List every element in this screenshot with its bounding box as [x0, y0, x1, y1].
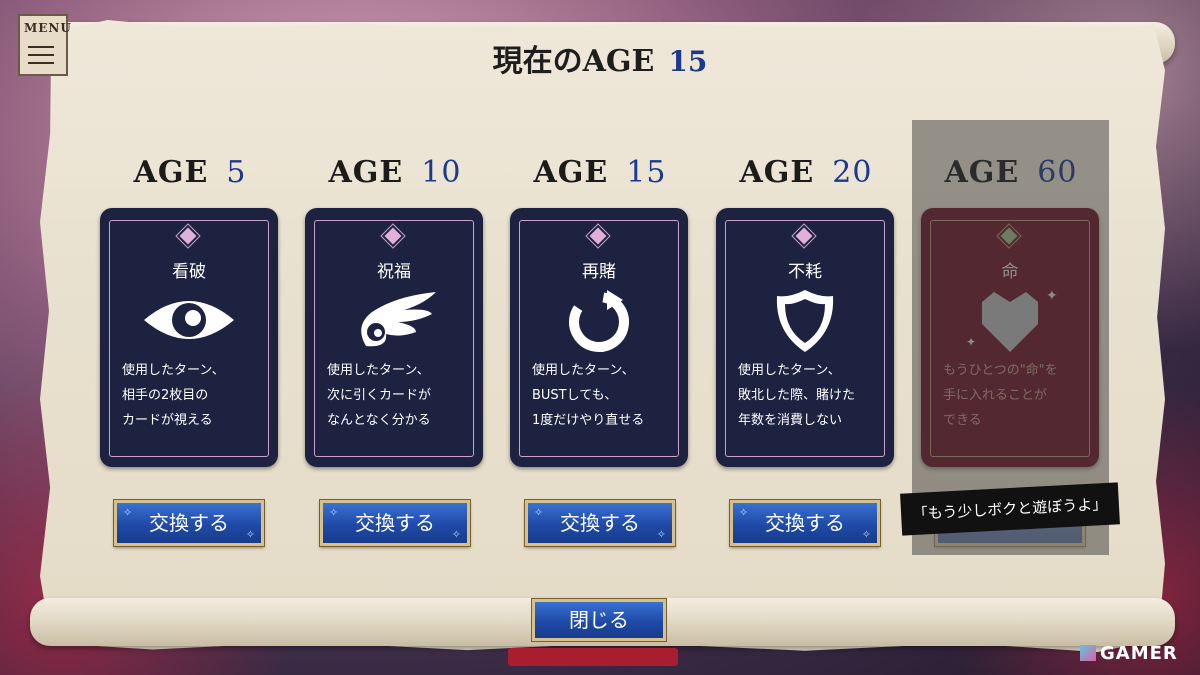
exchange-button-2[interactable]: ✧ 交換する ✧ [319, 499, 471, 547]
current-age-value: 15 [668, 45, 708, 78]
ornament-icon: ✧ [451, 528, 461, 541]
ornament-icon: ✧ [245, 528, 255, 541]
watermark-text: GAMER [1100, 643, 1178, 664]
exchange-button-4[interactable]: ✧ 交換する ✧ [729, 499, 881, 547]
gamer-logo-icon [1080, 645, 1096, 661]
page-title: 現在のAGE 15 [0, 36, 1200, 80]
title-text: 現在のAGE [492, 44, 655, 79]
watermark: GAMER [1080, 643, 1178, 664]
card-description: 使用したターン、 次に引くカードが なんとなく分かる [327, 358, 469, 433]
button-label: 交換する [765, 511, 845, 535]
card-name: 不耗 [788, 262, 822, 282]
desc-line: 次に引くカードが [327, 388, 432, 403]
card-description: 使用したターン、 相手の2枚目の カードが視える [122, 358, 264, 433]
card-name: 再賭 [582, 262, 616, 282]
desc-line: BUSTしても、 [532, 388, 618, 403]
age-label-4: AGE 20 [716, 155, 896, 190]
card-name: 祝福 [377, 262, 411, 282]
menu-label: MENU [24, 21, 72, 35]
age-prefix: AGE [533, 155, 609, 190]
button-label: 交換する [149, 511, 229, 535]
exchange-button-3[interactable]: ✧ 交換する ✧ [524, 499, 676, 547]
wing-icon [361, 292, 436, 347]
button-label: 交換する [560, 511, 640, 535]
ornament-icon: ✧ [123, 506, 133, 519]
desc-line: 敗北した際、賭けた [738, 388, 856, 403]
card-fumou[interactable]: 不耗 使用したターン、 敗北した際、賭けた 年数を消費しない [716, 208, 894, 467]
age-prefix: AGE [133, 155, 209, 190]
card-description: 使用したターン、 敗北した際、賭けた 年数を消費しない [738, 358, 880, 433]
age-label-1: AGE 5 [100, 155, 280, 190]
shield-icon [776, 290, 834, 352]
desc-line: 使用したターン、 [532, 363, 635, 378]
retry-icon [569, 290, 629, 352]
exchange-button-1[interactable]: ✧ 交換する ✧ [113, 499, 265, 547]
card-shukufuku[interactable]: 祝福 使用したターン、 次に引くカードが なんとなく分かる [305, 208, 483, 467]
ornament-icon: ✧ [329, 506, 339, 519]
ornament-icon: ✧ [861, 528, 871, 541]
desc-line: 使用したターン、 [738, 363, 841, 378]
desc-line: 使用したターン、 [327, 363, 430, 378]
eye-icon [144, 301, 234, 339]
age-label-2: AGE 10 [305, 155, 485, 190]
close-button[interactable]: 閉じる [531, 598, 667, 642]
age-prefix: AGE [739, 155, 815, 190]
desc-line: カードが視える [122, 413, 213, 428]
card-saito[interactable]: 再賭 使用したターン、 BUSTしても、 1度だけやり直せる [510, 208, 688, 467]
desc-line: 年数を消費しない [738, 413, 843, 428]
background-red-element [508, 648, 678, 666]
desc-line: なんとなく分かる [327, 413, 431, 428]
card-kanpa[interactable]: 看破 使用したターン、 相手の2枚目の カードが視える [100, 208, 278, 467]
age-number: 20 [832, 155, 873, 190]
desc-line: 1度だけやり直せる [532, 413, 645, 428]
age-number: 10 [421, 155, 462, 190]
ornament-icon: ✧ [739, 506, 749, 519]
ornament-icon: ✧ [534, 506, 544, 519]
desc-line: 使用したターン、 [122, 363, 225, 378]
age-number: 15 [626, 155, 667, 190]
age-prefix: AGE [328, 155, 404, 190]
age-label-3: AGE 15 [510, 155, 690, 190]
card-description: 使用したターン、 BUSTしても、 1度だけやり直せる [532, 358, 674, 433]
desc-line: 相手の2枚目の [122, 388, 209, 403]
ornament-icon: ✧ [656, 528, 666, 541]
button-label: 交換する [355, 511, 435, 535]
card-name: 看破 [172, 262, 206, 282]
age-number: 5 [226, 155, 247, 190]
